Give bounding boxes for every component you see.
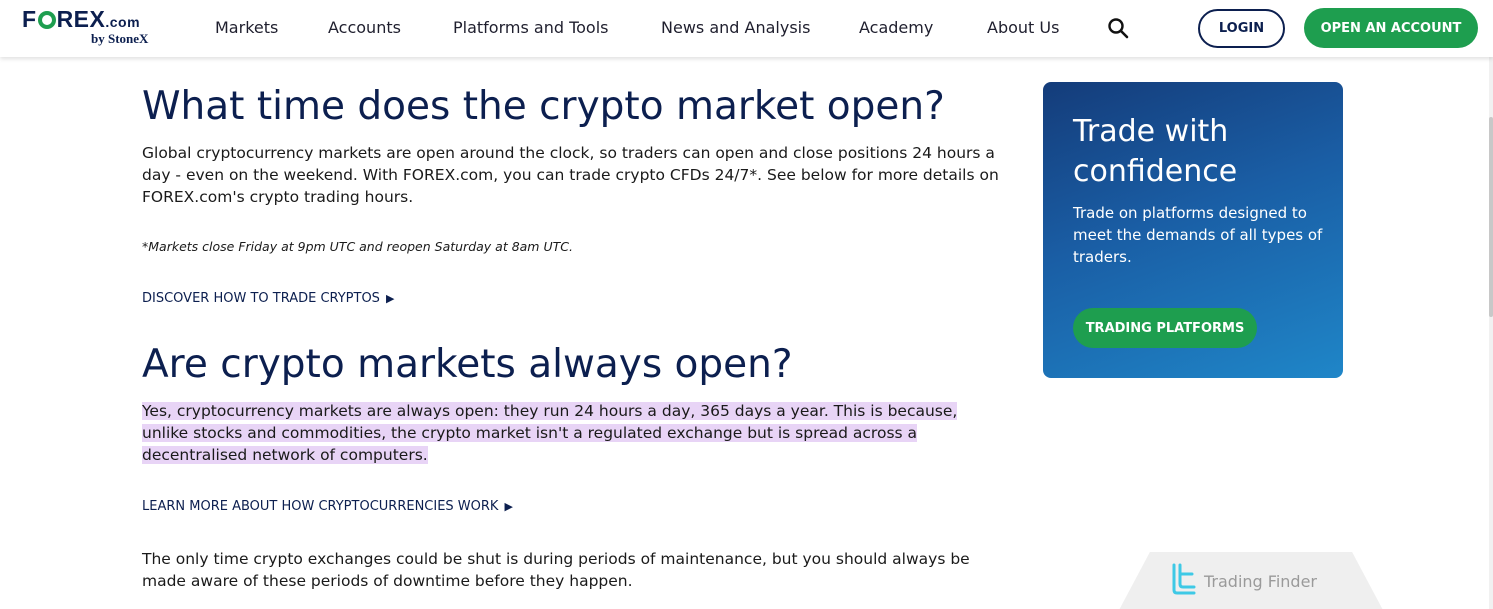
site-header: F REX.com by StoneX Markets Accounts Plat… <box>0 0 1493 57</box>
discover-link-label: DISCOVER HOW TO TRADE CRYPTOS <box>142 291 380 306</box>
discover-trade-cryptos-link[interactable]: DISCOVER HOW TO TRADE CRYPTOS ▶ <box>142 291 394 306</box>
section-heading-always-open: Are crypto markets always open? <box>142 342 793 387</box>
login-button[interactable]: LOGIN <box>1198 9 1285 48</box>
nav-item-platforms-and-tools[interactable]: Platforms and Tools <box>453 18 609 37</box>
logo-o-icon <box>37 11 56 29</box>
logo-wordmark: F REX.com <box>22 6 141 32</box>
intro-paragraph: Global cryptocurrency markets are open a… <box>142 144 999 206</box>
nav-item-academy[interactable]: Academy <box>859 18 933 37</box>
promo-card: Trade with confidence Trade on platforms… <box>1043 82 1343 378</box>
trading-finder-watermark: Trading Finder <box>1118 552 1384 609</box>
scrollbar-thumb[interactable] <box>1489 117 1493 317</box>
trading-finder-logo-icon <box>1170 562 1198 596</box>
trading-platforms-button[interactable]: TRADING PLATFORMS <box>1073 308 1257 348</box>
highlighted-text: Yes, cryptocurrency markets are always o… <box>142 402 958 464</box>
market-hours-note: *Markets close Friday at 9pm UTC and reo… <box>142 239 573 254</box>
learn-link-label: LEARN MORE ABOUT HOW CRYPTOCURRENCIES WO… <box>142 499 499 514</box>
nav-item-markets[interactable]: Markets <box>215 18 278 37</box>
open-account-button[interactable]: OPEN AN ACCOUNT <box>1304 8 1478 48</box>
logo-subtitle: by StoneX <box>91 31 149 46</box>
nav-item-accounts[interactable]: Accounts <box>328 18 401 37</box>
page-heading-crypto-open: What time does the crypto market open? <box>142 84 945 129</box>
nav-item-about-us[interactable]: About Us <box>987 18 1059 37</box>
forex-logo[interactable]: F REX.com by StoneX <box>22 6 162 50</box>
always-open-paragraph: Yes, cryptocurrency markets are always o… <box>142 400 1002 466</box>
play-arrow-icon: ▶ <box>385 292 395 305</box>
search-icon[interactable] <box>1107 17 1129 39</box>
learn-cryptocurrencies-link[interactable]: LEARN MORE ABOUT HOW CRYPTOCURRENCIES WO… <box>142 499 513 514</box>
promo-text: Trade on platforms designed to meet the … <box>1073 204 1323 266</box>
nav-item-news-and-analysis[interactable]: News and Analysis <box>661 18 810 37</box>
play-arrow-icon: ▶ <box>504 500 513 513</box>
watermark-text: Trading Finder <box>1204 572 1317 591</box>
maintenance-paragraph: The only time crypto exchanges could be … <box>142 550 970 590</box>
promo-title: Trade with confidence <box>1073 114 1238 189</box>
page-scrollbar[interactable] <box>1489 57 1493 609</box>
